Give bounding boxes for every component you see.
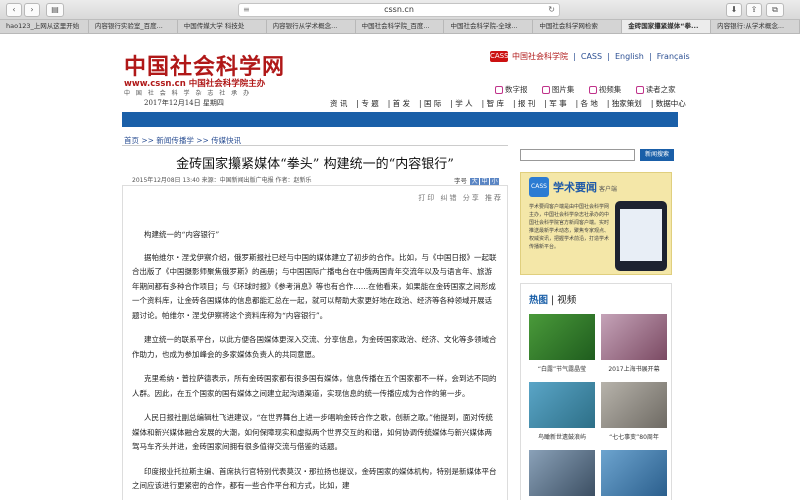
browser-tab[interactable]: 中国传媒大学 科技处 xyxy=(178,20,267,33)
hot-picture-caption[interactable]: 2017上海书展开幕 xyxy=(598,364,670,373)
service-readers[interactable]: 读者之家 xyxy=(635,85,676,94)
hot-picture-thumbnail[interactable] xyxy=(601,314,667,360)
hot-pictures-panel: 热图 | 视频 “白露”节气露晶莹 2017上海书展开幕鸟瞰新世遗鼓浪屿 “七七事变… xyxy=(520,283,672,500)
cass-logo-icon: CASS xyxy=(490,51,509,62)
hot-picture-caption[interactable]: “七七事变”80周年 xyxy=(598,432,670,441)
hot-picture-caption[interactable]: “白露”节气露晶莹 xyxy=(526,364,598,373)
nav-item[interactable]: 独家策划 xyxy=(612,99,642,108)
article-body: 构建统一的“内容银行” 据帕维尔・涅戈伊察介绍，俄罗斯报社已经与中国的媒体建立了… xyxy=(132,228,498,504)
browser-toolbar: ‹ › ▤ ≡ cssn.cn ↻ ⬇ ⇪ ⧉ xyxy=(0,0,800,20)
link-english[interactable]: English xyxy=(615,52,644,61)
service-photos[interactable]: 图片集 xyxy=(541,85,574,94)
promo-title: 学术要闻 客户端 xyxy=(553,181,618,194)
url-text: cssn.cn xyxy=(384,5,414,14)
tabs-overview-icon[interactable]: ⧉ xyxy=(766,3,784,17)
nav-item[interactable]: 学 人 xyxy=(455,99,472,108)
article-meta: 2015年12月08日 13:40 来源：中国新闻出版广电报 作者：赵新乐 xyxy=(132,177,312,184)
article-paragraph: 克里希纳・普拉萨德表示，所有金砖国家都有很多国有媒体，信息传播在五个国家都不一样… xyxy=(132,374,497,398)
browser-tab[interactable]: hao123_上网从这里开始 xyxy=(0,20,89,33)
nav-item[interactable]: 专 题 xyxy=(361,99,378,108)
web-page: 中国社会科学网 www.cssn.cn 中国社会科学院主办 中 国 社 会 科 … xyxy=(0,35,800,500)
article-paragraph: 据帕维尔・涅戈伊察介绍，俄罗斯报社已经与中国的媒体建立了初步的合作。比如，与《中… xyxy=(132,252,497,320)
article-content: 打印 纠错 分享 推荐 构建统一的“内容银行” 据帕维尔・涅戈伊察介绍，俄罗斯报… xyxy=(122,185,508,500)
header-divider-bar xyxy=(122,112,678,127)
article-title: 金砖国家攥紧媒体“拳头” 构建统一的“内容银行” xyxy=(176,157,454,172)
nav-item[interactable]: 智 库 xyxy=(487,99,504,108)
nav-item[interactable]: 资 讯 xyxy=(330,99,347,108)
download-icon[interactable]: ⬇ xyxy=(726,3,742,17)
sidebar-search-input[interactable] xyxy=(520,149,635,161)
current-date: 2017年12月14日 星期四 xyxy=(144,99,224,107)
nav-item[interactable]: 报 刊 xyxy=(518,99,535,108)
newspaper-icon xyxy=(495,86,503,94)
nav-item[interactable]: 国 际 xyxy=(424,99,441,108)
service-links: 数字报 图片集 视频集 读者之家 xyxy=(495,84,688,95)
article-paragraph: 建立统一的联系平台，以此方便各国媒体更深入交流、分享信息，为金砖国家政治、经济、… xyxy=(132,335,497,359)
tab-videos[interactable]: 视频 xyxy=(557,295,576,306)
nav-item[interactable]: 数据中心 xyxy=(656,99,686,108)
app-icon: CASS xyxy=(529,177,549,197)
browser-tab[interactable]: 内容银行:从学术概念... xyxy=(711,20,800,33)
article-subheading: 构建统一的“内容银行” xyxy=(144,230,220,239)
phone-image xyxy=(615,201,667,271)
hot-picture-caption[interactable]: 鸟瞰新世遗鼓浪屿 xyxy=(526,432,598,441)
breadcrumb-home[interactable]: 首页 xyxy=(124,136,139,145)
reader-home-icon xyxy=(635,86,644,94)
link-cass-cn[interactable]: 中国社会科学院 xyxy=(512,52,568,61)
reload-icon[interactable]: ↻ xyxy=(548,4,555,16)
font-size-label: 字号 xyxy=(454,177,467,185)
main-nav: 资 讯 | 专 题 | 首 发 | 国 际 | 学 人 | 智 库 | 报 刊 | 军 事 | … xyxy=(330,99,686,108)
nav-item[interactable]: 首 发 xyxy=(393,99,410,108)
breadcrumb-subsection[interactable]: 传媒快讯 xyxy=(211,136,241,145)
link-francais[interactable]: Français xyxy=(657,52,690,61)
article-paragraph: 人民日报社副总编辑杜飞进建议，“在世界舞台上进一步唱响金砖合作之歌，创新之歌。”… xyxy=(132,413,493,451)
browser-tab[interactable]: 内容银行从学术概念... xyxy=(267,20,356,33)
article-tools[interactable]: 打印 纠错 分享 推荐 xyxy=(418,193,503,203)
photo-icon xyxy=(541,86,550,94)
sidebar-toggle-icon[interactable]: ▤ xyxy=(46,3,64,17)
hot-picture-thumbnail[interactable] xyxy=(529,314,595,360)
hot-picture-thumbnail[interactable] xyxy=(601,450,667,496)
top-links: CASS 中国社会科学院 | CASS | English | Français xyxy=(490,51,690,62)
address-bar[interactable]: ≡ cssn.cn ↻ xyxy=(238,3,560,17)
service-videos[interactable]: 视频集 xyxy=(588,85,621,94)
browser-tab[interactable]: 中国社会科学院-全球... xyxy=(444,20,534,33)
browser-tab[interactable]: 中国社会科学网检索 xyxy=(533,20,623,33)
article-paragraph: 印度报业托拉斯主编、首席执行官特别代表莫汉・那拉扬也提议，金砖国家的媒体机构，特… xyxy=(132,466,497,491)
promo-description: 学术要闻客户端是由中国社会科学网主办，中国社会科学杂志社承办的中国社会科学院官方… xyxy=(529,204,610,250)
video-icon xyxy=(588,86,597,94)
hot-picture-thumbnail[interactable] xyxy=(529,382,595,428)
back-icon[interactable]: ‹ xyxy=(6,3,22,17)
breadcrumb-divider xyxy=(122,145,508,146)
nav-item[interactable]: 军 事 xyxy=(549,99,566,108)
news-search-button[interactable]: 新闻搜索 xyxy=(640,149,674,161)
hot-tabs: 热图 | 视频 xyxy=(529,295,577,306)
nav-item[interactable]: 各 地 xyxy=(581,99,598,108)
service-digital-paper[interactable]: 数字报 xyxy=(495,85,528,94)
hot-picture-thumbnail[interactable] xyxy=(601,382,667,428)
browser-tab[interactable]: 中国社会科学院_百度... xyxy=(356,20,445,33)
hot-picture-thumbnail[interactable] xyxy=(529,450,595,496)
forward-icon[interactable]: › xyxy=(24,3,40,17)
link-cass[interactable]: CASS xyxy=(581,52,602,61)
breadcrumb-section[interactable]: 新闻传播学 xyxy=(156,136,194,145)
share-icon[interactable]: ⇪ xyxy=(746,3,762,17)
tab-bar: hao123_上网从这里开始 内容银行实验室_百度... 中国传媒大学 科技处 … xyxy=(0,20,800,34)
browser-tab[interactable]: 内容银行实验室_百度... xyxy=(89,20,178,33)
browser-tab-active[interactable]: 金砖国家攥紧媒体“拳... xyxy=(622,20,712,33)
app-promo-banner[interactable]: CASS 学术要闻 客户端 学术要闻客户端是由中国社会科学网主办，中国社会科学杂志… xyxy=(520,172,672,275)
tab-hot-pictures[interactable]: 热图 xyxy=(529,295,548,306)
reader-icon[interactable]: ≡ xyxy=(243,4,250,16)
site-logo-subtitle: 中 国 社 会 科 学 杂 志 社 承 办 xyxy=(124,90,252,97)
